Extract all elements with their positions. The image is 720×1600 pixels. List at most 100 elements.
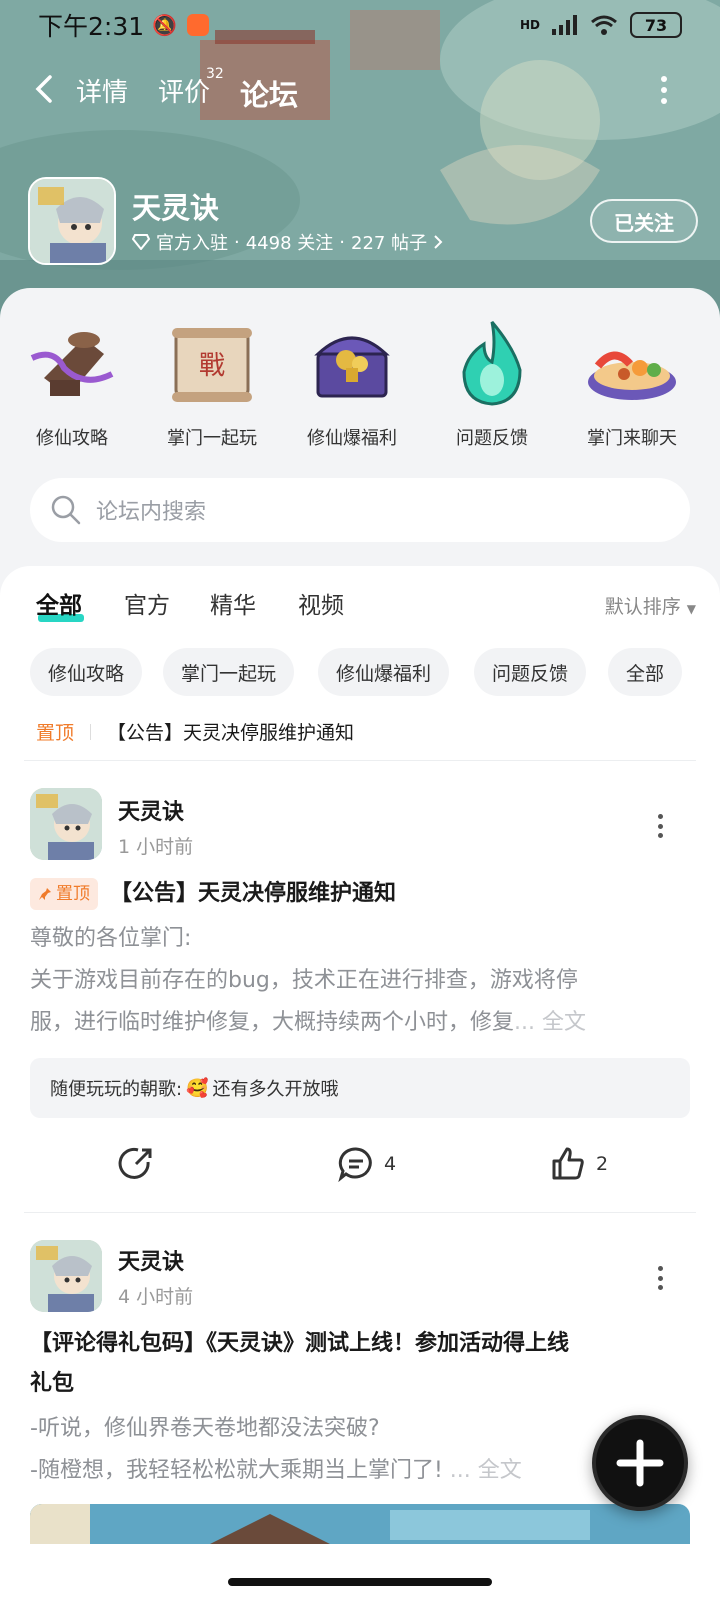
feed-tab-video[interactable]: 视频 [298, 586, 344, 620]
reviews-count-badge: 32 [206, 66, 224, 82]
post-body: 尊敬的各位掌门: 关于游戏目前存在的bug，技术正在进行排查，游戏将停 服，进行… [30, 918, 690, 1044]
category-item[interactable]: 问题反馈 [422, 318, 562, 450]
screen-record-icon [187, 14, 210, 36]
sort-dropdown[interactable]: 默认排序 ▼ [605, 592, 696, 619]
post-author: 天灵诀 [118, 800, 185, 825]
post-body: -听说，修仙界卷天卷地都没法突破? -随橙想，我轻轻松松就大乘期当上掌门了! .… [30, 1408, 690, 1492]
share-button[interactable] [118, 1146, 154, 1182]
post-title: 置顶 【公告】天灵决停服维护通知 [30, 874, 690, 914]
header-banner: 下午2:31 🔕 HD 73 详情 评价 32 论坛 天灵诀 官方入驻 · 44… [0, 0, 720, 330]
post-body-line: 服，进行临时维护修复，大概持续两个小时，修复... 全文 [30, 1010, 586, 1035]
divider [24, 760, 696, 761]
post-body-line: -随橙想，我轻轻松松就大乘期当上掌门了! ... 全文 [30, 1458, 522, 1483]
forum-search[interactable]: 论坛内搜索 [30, 478, 690, 542]
tab-reviews-label: 评价 [158, 78, 211, 108]
post-time: 4 小时前 [118, 1286, 194, 1308]
post-body-line: -听说，修仙界卷天卷地都没法突破? [30, 1416, 380, 1441]
chip[interactable]: 修仙攻略 [30, 648, 143, 696]
new-post-button[interactable] [592, 1415, 688, 1511]
post-more-icon[interactable] [656, 1266, 664, 1290]
tab-reviews[interactable]: 评价 32 [158, 66, 224, 109]
hot-comment[interactable]: 随便玩玩的朝歌: 🥰 还有多久开放哦 [30, 1058, 690, 1118]
svg-text:戰: 戰 [199, 351, 225, 381]
feed-tabs: 全部 官方 精华 视频 默认排序 ▼ [36, 586, 696, 626]
caret-down-icon: ▼ [686, 602, 696, 616]
mute-icon: 🔕 [152, 13, 178, 37]
post-banner-image[interactable] [30, 1504, 690, 1544]
posts-count: 227 帖子 [351, 233, 428, 254]
network-label: HD [519, 18, 540, 32]
game-info: 天灵诀 官方入驻 · 4498 关注 · 227 帖子 已关注 [28, 177, 698, 267]
sort-label: 默认排序 [604, 596, 681, 618]
chip[interactable]: 修仙爆福利 [318, 648, 450, 696]
category-item[interactable]: 修仙爆福利 [282, 318, 422, 450]
scroll-icon: 戰 [172, 328, 252, 402]
status-time: 下午2:31 [38, 12, 145, 41]
post-title: 【评论得礼包码】《天灵诀》测试上线！参加活动得上线 礼包 [30, 1331, 570, 1396]
tab-forum-label: 论坛 [240, 78, 299, 112]
chip[interactable]: 问题反馈 [474, 648, 587, 696]
chip[interactable]: 全部 [608, 648, 683, 696]
read-full-link[interactable]: ... 全文 [514, 1010, 586, 1035]
comment-count: 4 [384, 1153, 397, 1175]
category-item[interactable]: 掌门来聊天 [562, 318, 702, 450]
post-body-line: 尊敬的各位掌门: [30, 926, 192, 951]
pinned-announcement[interactable]: 置顶 【公告】天灵决停服维护通知 [36, 718, 354, 745]
avatar[interactable] [30, 788, 102, 860]
read-full-link[interactable]: ... 全文 [450, 1458, 522, 1483]
game-meta[interactable]: 官方入驻 · 4498 关注 · 227 帖子 [132, 229, 443, 255]
post-more-icon[interactable] [656, 814, 664, 838]
status-bar: 下午2:31 🔕 HD 73 [0, 0, 720, 50]
divider [90, 723, 92, 740]
post-actions: 4 2 [0, 1146, 720, 1186]
wifi-icon [591, 15, 617, 35]
battery-indicator: 73 [630, 12, 682, 38]
feed-tab-all[interactable]: 全部 [36, 586, 84, 622]
filter-chips: 修仙攻略 掌门一起玩 修仙爆福利 问题反馈 全部 [30, 648, 720, 696]
category-item[interactable]: 修仙攻略 [2, 318, 142, 450]
food-plate-icon [588, 351, 676, 400]
comment-user: 随便玩玩的朝歌: [50, 1079, 183, 1100]
battery-level: 73 [644, 15, 668, 35]
comment-text: 还有多久开放哦 [212, 1079, 339, 1100]
post-author: 天灵诀 [118, 1250, 185, 1275]
avatar[interactable] [30, 1240, 102, 1312]
followers-count: 4498 关注 [245, 233, 334, 254]
game-title: 天灵诀 [132, 191, 220, 225]
tab-details[interactable]: 详情 [76, 72, 128, 109]
feed-tab-official[interactable]: 官方 [124, 586, 170, 620]
like-count: 2 [596, 1153, 609, 1175]
pinned-tag: 置顶 [36, 722, 75, 744]
treasure-chest-icon [314, 336, 390, 398]
post-body-line: 关于游戏目前存在的bug，技术正在进行排查，游戏将停 [30, 968, 578, 993]
pushpin-icon [39, 888, 51, 900]
comment-button[interactable]: 4 [338, 1146, 396, 1182]
tab-forum[interactable]: 论坛 [240, 72, 300, 116]
diamond-verified-icon [132, 234, 150, 250]
divider [24, 1212, 696, 1213]
top-nav: 详情 评价 32 论坛 [0, 60, 720, 120]
share-icon [118, 1147, 152, 1179]
like-button[interactable]: 2 [550, 1146, 608, 1182]
chip[interactable]: 掌门一起玩 [163, 648, 295, 696]
search-icon [51, 495, 81, 525]
pinned-title: 【公告】天灵决停服维护通知 [107, 722, 355, 744]
feed-tab-featured[interactable]: 精华 [210, 586, 256, 620]
plus-icon [616, 1439, 664, 1487]
comment-icon [338, 1147, 372, 1182]
back-arrow-icon[interactable] [30, 74, 60, 104]
category-label: 修仙爆福利 [307, 428, 397, 449]
emoji-icon: 🥰 [186, 1077, 209, 1099]
home-indicator [228, 1578, 492, 1586]
category-label: 修仙攻略 [36, 428, 108, 449]
post-time: 1 小时前 [118, 836, 194, 858]
more-options-icon[interactable] [660, 76, 668, 104]
green-flame-icon [462, 321, 522, 406]
category-label: 问题反馈 [456, 428, 528, 449]
follow-button[interactable]: 已关注 [590, 199, 698, 243]
category-item[interactable]: 戰 掌门一起玩 [142, 318, 282, 450]
official-label: 官方入驻 [156, 233, 228, 254]
game-icon[interactable] [28, 177, 116, 265]
chevron-right-icon [434, 235, 443, 249]
bell-chain-icon [30, 332, 114, 396]
